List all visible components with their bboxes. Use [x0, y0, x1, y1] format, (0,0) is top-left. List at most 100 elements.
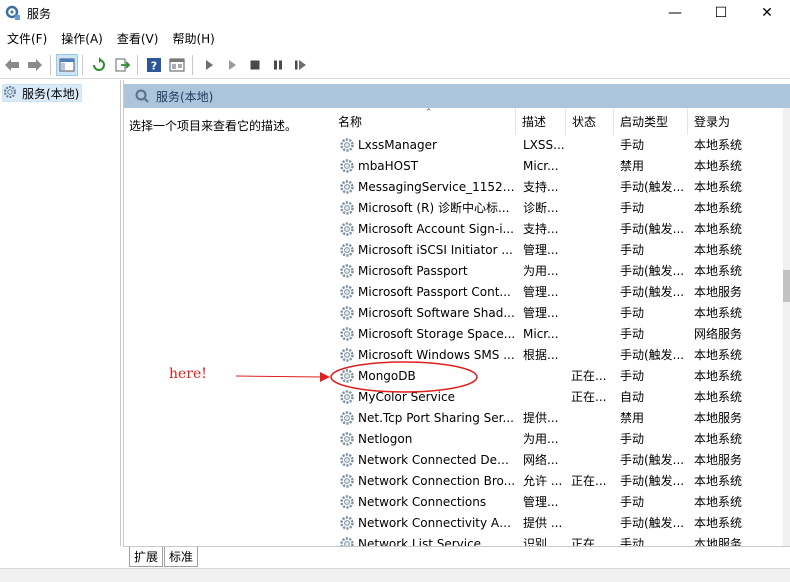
- maximize-button[interactable]: ☐: [698, 0, 744, 26]
- table-row[interactable]: mbaHOST Micr... 禁用 本地系统: [328, 156, 783, 177]
- service-name: Microsoft (R) 诊断中心标...: [358, 201, 510, 215]
- table-row[interactable]: Microsoft iSCSI Initiator ... 管理... 手动 本地系统: [328, 240, 783, 261]
- service-log-on-as: 本地系统: [694, 306, 743, 320]
- table-row[interactable]: MyColor Service 正在... 自动 本地系统: [328, 387, 783, 408]
- table-row[interactable]: Microsoft Windows SMS ... 根据... 手动(触发... 本地…: [328, 345, 783, 366]
- properties-icon[interactable]: [166, 54, 188, 76]
- console-tree: 服务(本地): [0, 80, 121, 546]
- table-row[interactable]: LxssManager LXSS... 手动 本地系统: [328, 135, 783, 156]
- service-name: MessagingService_11524...: [358, 180, 516, 194]
- service-description: 管理...: [523, 243, 559, 257]
- column-status[interactable]: 状态: [566, 108, 614, 135]
- service-log-on-as: 本地系统: [694, 369, 743, 383]
- console-tree-icon[interactable]: [56, 53, 78, 76]
- restart-service-icon[interactable]: [290, 54, 312, 76]
- back-icon[interactable]: [1, 54, 23, 76]
- tree-item-services-local[interactable]: 服务(本地): [2, 84, 83, 102]
- status-bar: [0, 568, 790, 582]
- service-log-on-as: 本地系统: [694, 432, 743, 446]
- minimize-button[interactable]: —: [652, 0, 698, 26]
- pause-service-icon[interactable]: [267, 54, 289, 76]
- window-title: 服务: [27, 6, 52, 21]
- service-startup-type: 手动: [620, 369, 645, 383]
- service-startup-type: 手动(触发...: [620, 474, 685, 488]
- tab-extended[interactable]: 扩展: [129, 547, 164, 567]
- service-startup-type: 手动: [620, 306, 645, 320]
- service-gear-icon: [339, 452, 355, 468]
- services-list: ⌃ 名称 描述 状态 启动类型 登录为 LxssManager LXSS... 手动…: [328, 108, 790, 546]
- table-row[interactable]: Microsoft Passport 为用... 手动(触发... 本地系统: [328, 261, 783, 282]
- view-tabs: 扩展 标准: [123, 546, 790, 568]
- toolbar-separator: [82, 54, 83, 75]
- column-description[interactable]: 描述: [516, 108, 566, 135]
- service-log-on-as: 本地系统: [694, 474, 743, 488]
- menu-view[interactable]: 查看(V): [110, 28, 166, 50]
- service-description: 为用...: [523, 432, 559, 446]
- service-startup-type: 禁用: [620, 159, 645, 173]
- tab-standard[interactable]: 标准: [164, 547, 199, 567]
- start-service-icon[interactable]: [198, 54, 220, 76]
- service-status: [571, 177, 615, 198]
- service-description: 支持...: [523, 222, 559, 236]
- table-row[interactable]: Microsoft (R) 诊断中心标... 诊断... 手动 本地系统: [328, 198, 783, 219]
- service-description: 提供...: [523, 411, 559, 425]
- stop-service-icon[interactable]: [244, 54, 266, 76]
- table-row[interactable]: MessagingService_11524... 支持... 手动(触发... 本地…: [328, 177, 783, 198]
- annotation-label: here!: [169, 366, 207, 382]
- service-log-on-as: 本地系统: [694, 516, 743, 530]
- service-description: [523, 366, 567, 387]
- service-startup-type: 手动(触发...: [620, 453, 685, 467]
- service-log-on-as: 本地系统: [694, 180, 743, 194]
- service-log-on-as: 本地系统: [694, 201, 743, 215]
- close-button[interactable]: ✕: [744, 0, 790, 26]
- column-log-on-as[interactable]: 登录为: [688, 108, 783, 135]
- table-row[interactable]: Network Connections 管理... 手动 本地系统: [328, 492, 783, 513]
- column-startup-type[interactable]: 启动类型: [614, 108, 688, 135]
- table-row[interactable]: Net.Tcp Port Sharing Ser... 提供... 禁用 本地服务: [328, 408, 783, 429]
- service-name: Microsoft Account Sign-i...: [358, 222, 514, 236]
- service-description: 管理...: [523, 285, 559, 299]
- vertical-scrollbar[interactable]: [783, 108, 790, 546]
- service-status: [571, 345, 615, 366]
- service-description: Micr...: [523, 327, 559, 341]
- description-panel: 选择一个项目来查看它的描述。: [124, 108, 327, 546]
- service-startup-type: 手动(触发...: [620, 348, 685, 362]
- service-status: 正在...: [571, 474, 607, 488]
- service-gear-icon: [339, 347, 355, 363]
- column-name[interactable]: 名称: [328, 108, 516, 135]
- table-row[interactable]: Microsoft Software Shad... 管理... 手动 本地系统: [328, 303, 783, 324]
- table-row[interactable]: Network Connected Devi... 网络... 手动(触发... 本地…: [328, 450, 783, 471]
- scrollbar-thumb[interactable]: [783, 270, 790, 302]
- export-icon[interactable]: [111, 54, 133, 76]
- table-row[interactable]: Microsoft Account Sign-i... 支持... 手动(触发...…: [328, 219, 783, 240]
- service-name: mbaHOST: [358, 159, 419, 173]
- service-startup-type: 手动(触发...: [620, 222, 685, 236]
- service-status: [571, 324, 615, 345]
- service-gear-icon: [339, 494, 355, 510]
- table-row[interactable]: Network Connection Bro... 允许 ... 正在... 手动(触…: [328, 471, 783, 492]
- table-row[interactable]: Microsoft Storage Space... Micr... 手动 网络服务: [328, 324, 783, 345]
- service-name: Network List Service: [358, 537, 482, 546]
- service-log-on-as: 本地系统: [694, 495, 743, 509]
- service-gear-icon: [339, 305, 355, 321]
- service-description: 允许 ...: [523, 474, 563, 488]
- menu-action[interactable]: 操作(A): [54, 28, 110, 50]
- pane-header-search-icon: [134, 88, 150, 104]
- service-description: 网络...: [523, 453, 559, 467]
- forward-icon[interactable]: [24, 54, 46, 76]
- service-log-on-as: 本地系统: [694, 264, 743, 278]
- service-name: Network Connectivity Ass...: [358, 516, 516, 530]
- start-service-alt-icon[interactable]: [221, 54, 243, 76]
- table-row[interactable]: Network List Service 识别... 正在... 手动 本地服务: [328, 534, 783, 546]
- table-row[interactable]: Microsoft Passport Cont... 管理... 手动(触发... 本…: [328, 282, 783, 303]
- help-icon[interactable]: ?: [143, 54, 165, 76]
- service-startup-type: 手动: [620, 432, 645, 446]
- service-startup-type: 手动: [620, 327, 645, 341]
- table-row[interactable]: MongoDB 正在... 手动 本地系统: [328, 366, 783, 387]
- menu-file[interactable]: 文件(F): [0, 28, 54, 50]
- table-row[interactable]: Network Connectivity Ass... 提供 ... 手动(触发..…: [328, 513, 783, 534]
- table-row[interactable]: Netlogon 为用... 手动 本地系统: [328, 429, 783, 450]
- service-startup-type: 手动: [620, 138, 645, 152]
- refresh-icon[interactable]: [88, 54, 110, 76]
- menu-help[interactable]: 帮助(H): [165, 28, 221, 50]
